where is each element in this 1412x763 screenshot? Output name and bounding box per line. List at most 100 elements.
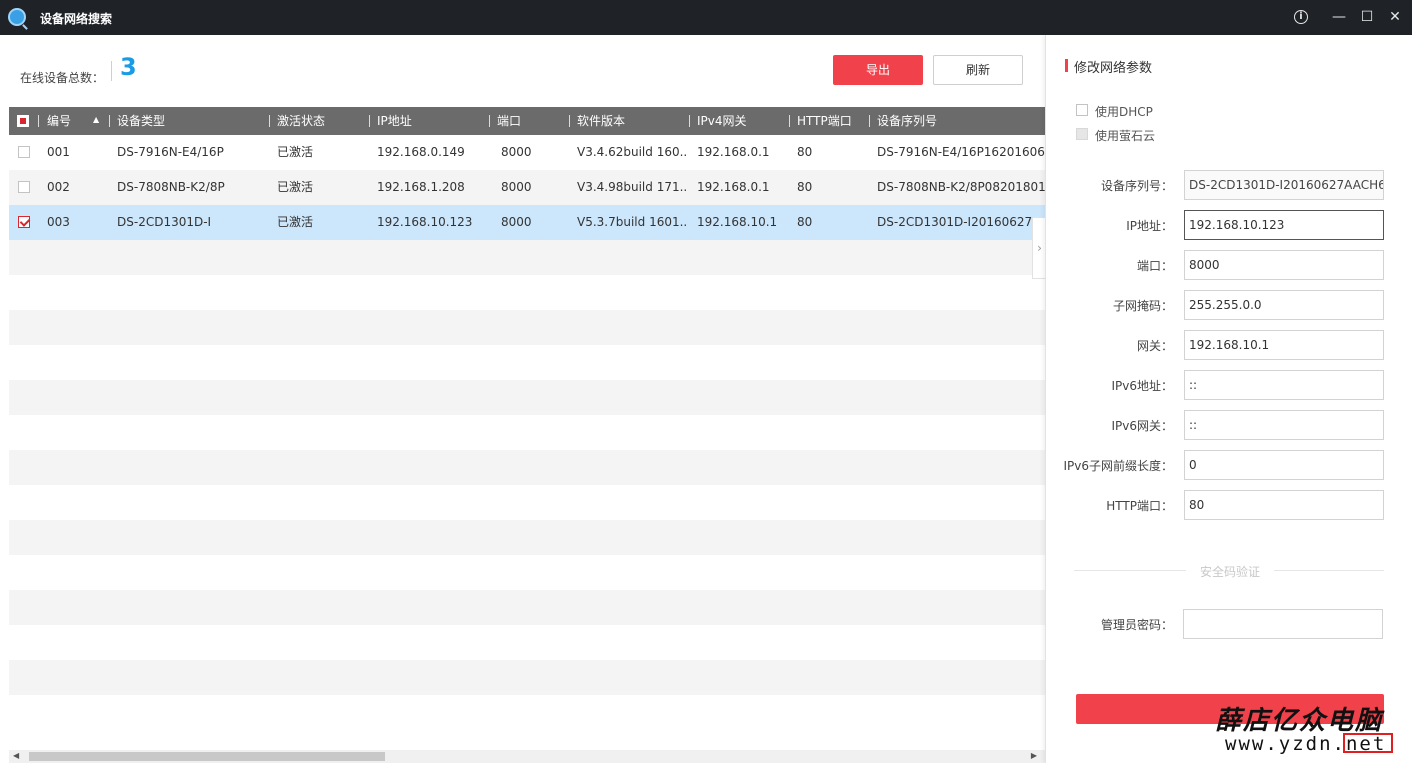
online-count-value: 3 (120, 53, 137, 81)
table-cell: 192.168.0.1 (697, 145, 770, 159)
ipv6-address-label: IPv6地址： (1111, 379, 1173, 393)
column-header-number[interactable]: 编号 (47, 107, 71, 135)
collapse-panel-chevron-icon[interactable]: › (1032, 217, 1046, 279)
subnet-mask-field[interactable]: 255.255.0.0 (1184, 290, 1384, 320)
horizontal-scrollbar[interactable]: ◀ ▶ (9, 750, 1045, 763)
table-cell: 8000 (501, 145, 532, 159)
dhcp-checkbox[interactable] (1076, 104, 1088, 116)
watermark: 薛店亿众电脑 www.yzdn.net (1215, 700, 1405, 758)
row-checkbox[interactable] (18, 146, 30, 158)
table-cell: 8000 (501, 215, 532, 229)
scrollbar-thumb[interactable] (29, 752, 385, 761)
maximize-icon[interactable]: ☐ (1356, 6, 1378, 28)
table-cell: 80 (797, 180, 813, 194)
table-cell: DS-2CD1301D-I (117, 215, 212, 229)
table-cell: DS-7808NB-K2/8P (117, 180, 225, 194)
security-section-label: 安全码验证 (1186, 563, 1274, 580)
gateway-field[interactable]: 192.168.10.1 (1184, 330, 1384, 360)
row-checkbox[interactable] (18, 216, 30, 228)
column-divider (109, 115, 110, 127)
column-header-activation[interactable]: 激活状态 (277, 107, 325, 135)
table-cell: V3.4.62build 160... (577, 145, 687, 159)
column-header-firmware[interactable]: 软件版本 (577, 107, 625, 135)
network-params-panel: 修改网络参数 使用DHCP 使用萤石云 设备序列号： DS-2CD1301D-I2… (1045, 35, 1412, 763)
table-row[interactable]: 003 DS-2CD1301D-I 已激活 192.168.10.123 8000 V5.… (9, 205, 1045, 240)
empty-table-row (9, 345, 1045, 380)
row-checkbox[interactable] (18, 181, 30, 193)
empty-table-row (9, 625, 1045, 660)
device-list-area: 在线设备总数： 3 导出 刷新 编号 ▲ 设备类型 激活状态 IP地址 端口 软… (0, 35, 1045, 763)
info-icon[interactable]: i (1290, 6, 1312, 28)
empty-table-row (9, 555, 1045, 590)
http-port-field[interactable]: 80 (1184, 490, 1384, 520)
table-cell: 003 (47, 215, 70, 229)
ip-address-label: IP地址： (1126, 219, 1173, 233)
table-row[interactable]: 001 DS-7916N-E4/16P 已激活 192.168.0.149 8000 V3… (9, 135, 1045, 170)
empty-table-row (9, 310, 1045, 345)
empty-table-row (9, 415, 1045, 450)
table-cell: 已激活 (277, 145, 314, 159)
ezviz-checkbox (1076, 128, 1088, 140)
search-logo-icon (8, 8, 26, 26)
close-icon[interactable]: ✕ (1384, 6, 1406, 28)
ipv6-prefix-length-field[interactable]: 0 (1184, 450, 1384, 480)
column-header-serial[interactable]: 设备序列号 (877, 107, 937, 135)
table-cell: 192.168.10.123 (377, 215, 473, 229)
refresh-button[interactable]: 刷新 (933, 55, 1023, 85)
table-cell: DS-7916N-E4/16P162016061 (877, 145, 1045, 159)
column-header-http-port[interactable]: HTTP端口 (797, 107, 852, 135)
table-cell: 80 (797, 145, 813, 159)
column-header-ipv4-gateway[interactable]: IPv4网关 (697, 107, 747, 135)
column-header-ip[interactable]: IP地址 (377, 107, 412, 135)
watermark-highlight-box (1343, 733, 1393, 753)
table-cell: 80 (797, 215, 813, 229)
dhcp-label: 使用DHCP (1095, 105, 1153, 119)
table-header: 编号 ▲ 设备类型 激活状态 IP地址 端口 软件版本 IPv4网关 HTTP端… (9, 107, 1045, 135)
title-bar: 设备网络搜索 i — ☐ ✕ (0, 0, 1412, 35)
empty-table-row (9, 240, 1045, 275)
column-header-device-type[interactable]: 设备类型 (117, 107, 165, 135)
minimize-icon[interactable]: — (1328, 6, 1350, 28)
summary-divider (111, 61, 112, 81)
table-cell: 192.168.1.208 (377, 180, 465, 194)
table-cell: 192.168.0.1 (697, 180, 770, 194)
port-label: 端口： (1136, 259, 1173, 273)
serial-label: 设备序列号： (1100, 179, 1173, 193)
online-count-label: 在线设备总数： (20, 71, 105, 85)
http-port-label: HTTP端口： (1106, 499, 1173, 513)
serial-field: DS-2CD1301D-I20160627AACH617 (1184, 170, 1384, 200)
title-accent-bar (1065, 59, 1068, 72)
watermark-shop-name: 薛店亿众电脑 (1215, 706, 1384, 736)
ipv6-gateway-label: IPv6网关： (1111, 419, 1173, 433)
column-divider (789, 115, 790, 127)
ipv6-address-field[interactable]: :: (1184, 370, 1384, 400)
admin-password-input[interactable] (1183, 609, 1383, 639)
ipv6-gateway-field[interactable]: :: (1184, 410, 1384, 440)
export-button[interactable]: 导出 (833, 55, 923, 85)
column-divider (869, 115, 870, 127)
window-title: 设备网络搜索 (40, 12, 113, 26)
sort-ascending-icon[interactable]: ▲ (93, 115, 99, 124)
ip-address-field[interactable]: 192.168.10.123 (1184, 210, 1384, 240)
column-divider (569, 115, 570, 127)
column-header-port[interactable]: 端口 (497, 107, 521, 135)
column-divider (269, 115, 270, 127)
table-cell: 192.168.10.1 (697, 215, 778, 229)
scroll-left-icon[interactable]: ◀ (13, 751, 19, 760)
empty-table-row (9, 695, 1045, 730)
ezviz-label: 使用萤石云 (1095, 129, 1156, 143)
table-cell: V5.3.7build 1601... (577, 215, 687, 229)
column-divider (369, 115, 370, 127)
scroll-right-icon[interactable]: ▶ (1031, 751, 1037, 760)
table-cell: 002 (47, 180, 70, 194)
column-divider (689, 115, 690, 127)
empty-table-row (9, 380, 1045, 415)
port-field[interactable]: 8000 (1184, 250, 1384, 280)
panel-title: 修改网络参数 (1074, 61, 1153, 76)
device-table: 编号 ▲ 设备类型 激活状态 IP地址 端口 软件版本 IPv4网关 HTTP端… (9, 107, 1045, 750)
select-all-checkbox[interactable] (17, 115, 29, 127)
table-row[interactable]: 002 DS-7808NB-K2/8P 已激活 192.168.1.208 8000 V3… (9, 170, 1045, 205)
column-divider (38, 115, 39, 127)
table-cell: 8000 (501, 180, 532, 194)
table-cell: DS-7808NB-K2/8P082018011 (877, 180, 1045, 194)
